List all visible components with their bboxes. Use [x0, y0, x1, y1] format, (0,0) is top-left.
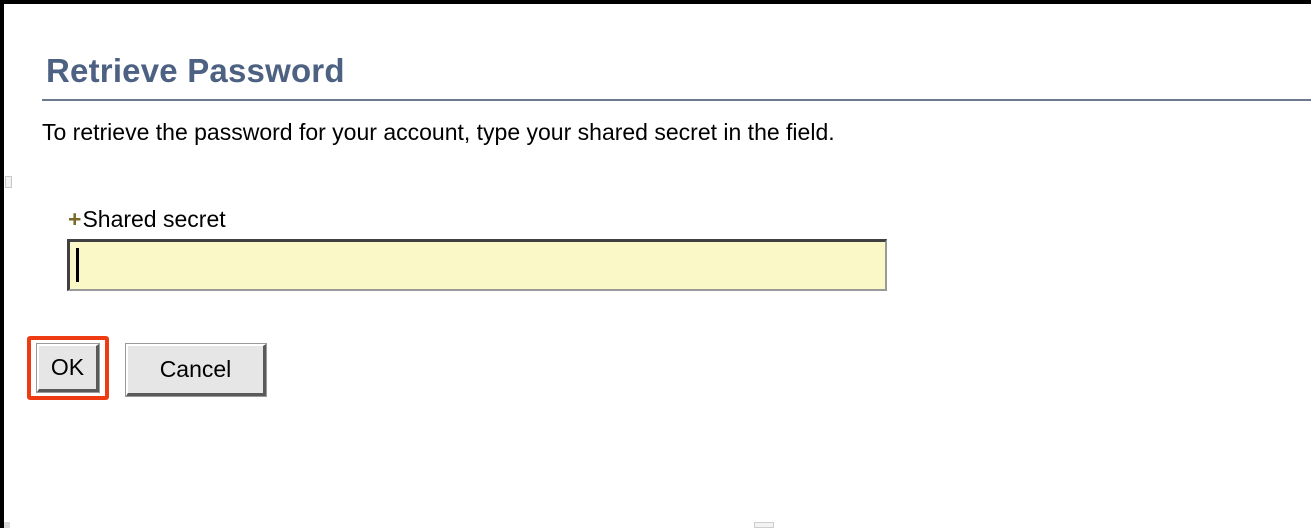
- bottom-edge-marker-left: [4, 522, 10, 528]
- shared-secret-input[interactable]: [67, 239, 887, 291]
- bottom-edge-marker-mid: [754, 522, 774, 528]
- instruction-text: To retrieve the password for your accoun…: [42, 119, 835, 145]
- text-caret: [76, 248, 79, 282]
- ok-button[interactable]: OK: [37, 344, 99, 392]
- cancel-button[interactable]: Cancel: [126, 344, 266, 396]
- page-title: Retrieve Password: [46, 52, 345, 89]
- required-indicator: +: [68, 206, 82, 232]
- shared-secret-label: Shared secret: [82, 206, 226, 232]
- title-divider: [42, 99, 1311, 101]
- page-edge-marker: [5, 176, 12, 188]
- shared-secret-label-row: +Shared secret: [68, 206, 226, 233]
